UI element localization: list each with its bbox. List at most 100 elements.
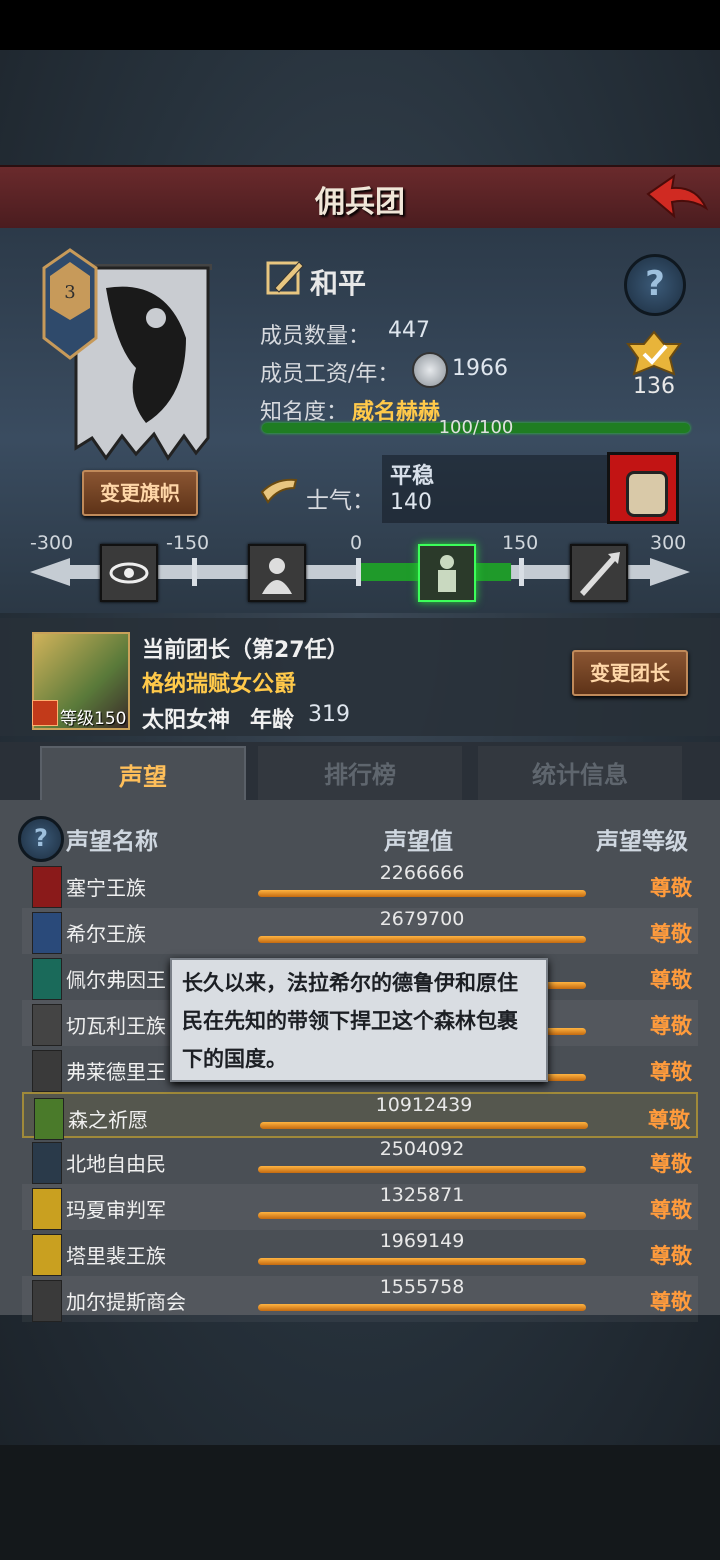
tick-label: -150 — [166, 532, 210, 554]
table-row[interactable]: 北地自由民 2504092 尊敬 — [22, 1138, 698, 1184]
faction-name: 弗莱德里王 — [66, 1060, 166, 1084]
tab-ranking[interactable]: 排行榜 — [258, 746, 462, 800]
reputation-level: 尊敬 — [648, 1108, 690, 1132]
reputation-level: 尊敬 — [650, 1060, 692, 1084]
tick-label: 0 — [350, 532, 363, 554]
reputation-bar — [258, 1166, 586, 1173]
faction-name: 希尔王族 — [66, 922, 146, 946]
guild-banner[interactable]: 3 — [36, 248, 226, 463]
leader-age-label: 年龄 — [250, 708, 295, 733]
morale-label: 士气： — [306, 488, 375, 514]
reputation-level: 尊敬 — [650, 1198, 692, 1222]
faction-crest-icon — [32, 912, 62, 954]
header-level: 声望等级 — [596, 829, 688, 855]
svg-text:3: 3 — [64, 282, 75, 303]
faction-name: 森之祈愿 — [68, 1108, 148, 1132]
title-bar: 佣兵团 — [0, 165, 720, 232]
leader-level: 等级150 — [60, 709, 127, 729]
reputation-value: 1325871 — [379, 1184, 465, 1206]
reputation-level: 尊敬 — [650, 1152, 692, 1176]
tick-label: 150 — [502, 532, 539, 554]
tab-reputation[interactable]: 声望 — [40, 746, 246, 802]
policy-text: 和平 — [310, 267, 367, 300]
faction-name: 塞宁王族 — [66, 876, 146, 900]
calm-morale-icon[interactable] — [418, 544, 476, 602]
back-arrow-icon[interactable] — [644, 172, 710, 220]
change-leader-button[interactable]: 变更团长 — [572, 650, 688, 696]
faction-crest-icon — [32, 1188, 62, 1230]
header-value: 声望值 — [384, 829, 453, 855]
emblem-badge-icon[interactable] — [624, 330, 684, 376]
faction-crest-icon — [32, 1050, 62, 1092]
reputation-value: 2266666 — [379, 862, 465, 884]
members-value: 447 — [388, 318, 430, 343]
faction-tooltip: 长久以来，法拉希尔的德鲁伊和原住民在先知的带领下捍卫这个森林包裹下的国度。 — [170, 958, 548, 1082]
faction-name: 佩尔弗因王 — [66, 968, 166, 992]
scale-marker — [356, 558, 361, 586]
reputation-value: 2504092 — [379, 1138, 465, 1160]
eye-morale-icon[interactable] — [100, 544, 158, 602]
faction-name: 加尔提斯商会 — [66, 1290, 186, 1314]
table-row[interactable]: 加尔提斯商会 1555758 尊敬 — [22, 1276, 698, 1322]
table-row[interactable]: 玛夏审判军 1325871 尊敬 — [22, 1184, 698, 1230]
faction-crest-icon — [32, 1004, 62, 1046]
leader-name: 格纳瑞赋女公爵 — [142, 672, 297, 697]
reputation-level: 尊敬 — [650, 968, 692, 992]
table-row[interactable]: 希尔王族 2679700 尊敬 — [22, 908, 698, 954]
page-title: 佣兵团 — [315, 185, 405, 220]
class-icon — [32, 700, 58, 726]
faction-crest-icon — [32, 958, 62, 1000]
reputation-value: 1555758 — [379, 1276, 465, 1298]
bottom-area — [0, 1445, 720, 1560]
silver-coin-icon — [412, 352, 448, 388]
edit-icon[interactable] — [265, 258, 305, 298]
reputation-level: 尊敬 — [650, 1244, 692, 1268]
supply-barrel-icon[interactable] — [607, 452, 679, 524]
reputation-bar — [258, 1212, 586, 1219]
reputation-value: 2679700 — [379, 908, 465, 930]
members-label: 成员数量： — [260, 324, 371, 349]
leader-title-line: 当前团长（第27任） — [142, 638, 349, 663]
tab-statistics[interactable]: 统计信息 — [478, 746, 682, 800]
reputation-value: 1969149 — [379, 1230, 465, 1252]
leader-class: 太阳女神 — [142, 708, 231, 733]
reputation-level: 尊敬 — [650, 1290, 692, 1314]
badge-value: 136 — [633, 374, 675, 399]
scale-marker — [192, 558, 197, 586]
table-row[interactable]: 塔里裴王族 1969149 尊敬 — [22, 1230, 698, 1276]
barrel-shape — [626, 471, 668, 517]
reputation-level: 尊敬 — [650, 1014, 692, 1038]
charge-morale-icon[interactable] — [570, 544, 628, 602]
table-help-icon[interactable]: ? — [18, 816, 64, 862]
faction-crest-icon — [32, 1280, 62, 1322]
morale-value: 140 — [390, 490, 432, 515]
faction-crest-icon — [32, 1142, 62, 1184]
help-icon[interactable]: ? — [624, 254, 686, 316]
reputation-bar — [258, 1304, 586, 1311]
reputation-bar — [258, 890, 586, 897]
faction-name: 塔里裴王族 — [66, 1244, 166, 1268]
faction-name: 北地自由民 — [66, 1152, 166, 1176]
tick-label: 300 — [650, 532, 687, 554]
leader-age-value: 319 — [308, 702, 350, 727]
status-bar — [0, 0, 720, 50]
reputation-level: 尊敬 — [650, 876, 692, 900]
reputation-bar — [260, 1122, 588, 1129]
faction-name: 玛夏审判军 — [66, 1198, 166, 1222]
faction-crest-icon — [32, 866, 62, 908]
table-row[interactable]: 塞宁王族 2266666 尊敬 — [22, 862, 698, 908]
scale-marker — [519, 558, 524, 586]
header-name: 声望名称 — [66, 829, 158, 855]
faction-crest-icon — [32, 1234, 62, 1276]
wage-value: 1966 — [452, 356, 508, 381]
faction-name: 切瓦利王族 — [66, 1014, 166, 1038]
reputation-level: 尊敬 — [650, 922, 692, 946]
tick-label: -300 — [30, 532, 74, 554]
table-row[interactable]: 森之祈愿 10912439 尊敬 — [22, 1092, 698, 1140]
reputation-bar — [258, 1258, 586, 1265]
despair-morale-icon[interactable] — [248, 544, 306, 602]
wage-label: 成员工资/年： — [260, 362, 400, 387]
reputation-value: 10912439 — [375, 1094, 473, 1116]
change-flag-button[interactable]: 变更旗帜 — [82, 470, 198, 516]
horn-icon — [260, 478, 298, 504]
